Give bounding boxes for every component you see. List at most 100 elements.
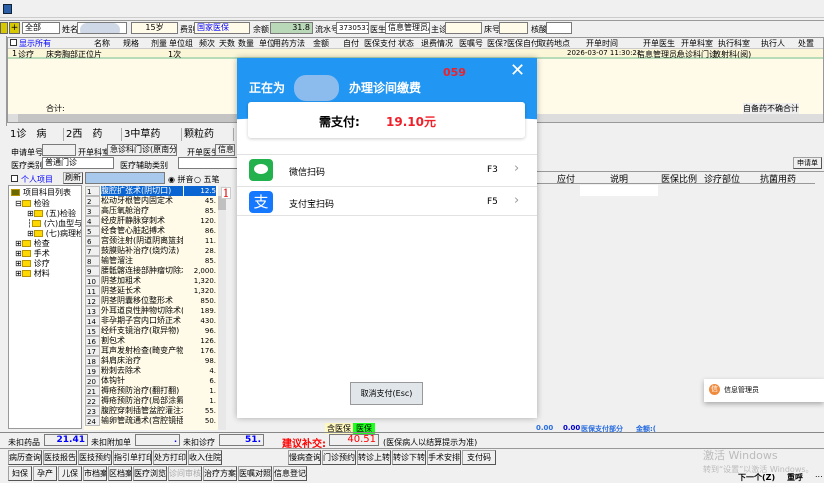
action-button[interactable]: 诊间审核 [168, 466, 202, 481]
list-item[interactable]: 9 腰骶髂连接部肿瘤切除术 2,000. [84, 266, 218, 276]
action-button[interactable]: 指引单打印 [113, 450, 152, 465]
action-button[interactable]: 儿保 [58, 466, 82, 481]
dept-field[interactable]: 急诊科门诊(原南分院) [107, 144, 177, 156]
apply-no-field[interactable] [42, 144, 76, 156]
list-item[interactable]: 15 经纤支镜治疗(取异物) 96. [84, 326, 218, 336]
item-no: 3 [85, 206, 100, 216]
list-item[interactable]: 11 阴茎延长术 1,320. [84, 286, 218, 296]
minus-button[interactable] [0, 22, 8, 34]
doctor-field[interactable]: 信息管理员/0 [385, 22, 430, 34]
item-no: 6 [85, 236, 100, 246]
personal-checkbox[interactable] [11, 175, 18, 182]
col-header: 状态 [398, 39, 414, 48]
plus-button[interactable]: + [9, 22, 20, 34]
order-doctor-field[interactable]: 信息 [215, 144, 235, 156]
list-item[interactable]: 13 外耳道良性肿物切除术(189. [84, 306, 218, 316]
prescription-grid-header: 额 应付 说明 医保比例 诊疗部位 抗菌用药 [520, 172, 815, 185]
list-item[interactable]: 17 耳声发射检查(畸变产物) 176. [84, 346, 218, 356]
age-field: 15岁 [131, 22, 178, 34]
row-type: 诊疗 [18, 50, 34, 59]
refresh-button[interactable]: 刷新 [63, 172, 83, 184]
wubi-radio[interactable]: ○ 五笔 [194, 174, 220, 185]
action-button[interactable]: 支付码 [462, 450, 496, 465]
tab-herbal-medicine[interactable]: 3中草药 [122, 128, 182, 141]
bed-field[interactable] [499, 22, 528, 34]
list-item[interactable]: 6宫颈注射(阴道阴离篮封闭11. [84, 236, 218, 246]
wechat-pay-option[interactable]: 微信扫码 F3 › [237, 154, 537, 184]
list-item[interactable]: 3 高压氧舱治疗 85. [84, 206, 218, 216]
action-button[interactable]: 门诊预约 [322, 450, 356, 465]
fee-type-field[interactable]: 国家医保 [194, 22, 250, 34]
list-item[interactable]: 20 体钩针 6. [84, 376, 218, 386]
action-button[interactable]: 手术安排 [427, 450, 461, 465]
tree-root[interactable]: 项目科目列表 [11, 187, 71, 198]
amount-label: 需支付: [319, 115, 360, 129]
list-item[interactable]: 7 鼓膜贴补治疗(烧灼法) 28. [84, 246, 218, 256]
more-button[interactable]: ... [815, 470, 823, 479]
action-button[interactable]: 区档案 [108, 466, 132, 481]
show-all-checkbox[interactable] [10, 39, 17, 46]
list-item[interactable]: 10 阴茎加粗术 1,320. [84, 276, 218, 286]
list-item[interactable]: 18 斜肩床治疗 98. [84, 356, 218, 366]
name-field[interactable] [77, 22, 127, 34]
filter-select[interactable]: 全部 [22, 22, 60, 34]
list-item[interactable]: 22 褥疮预防治疗(局部涂氟) 1. [84, 396, 218, 406]
action-button[interactable]: 信息登记 [273, 466, 307, 481]
action-button[interactable]: 转诊下转 [392, 450, 426, 465]
user-notification[interactable]: 信 信息管理员 [704, 379, 824, 402]
category-field[interactable]: 普通门诊 [42, 157, 114, 169]
action-button[interactable]: 市档案 [83, 466, 107, 481]
apply-button[interactable]: 申请单 [793, 157, 822, 169]
remark-cell[interactable] [580, 185, 658, 196]
next-patient-button[interactable]: 下一个(Z) [738, 472, 775, 483]
list-item[interactable]: 23 腹腔穿刺插管盆腔灌注术 55. [84, 406, 218, 416]
exit-door-icon[interactable] [3, 4, 12, 14]
list-item[interactable]: 1 腹腔扩张术(阴切口) 12.5 [84, 186, 218, 196]
cancel-payment-button[interactable]: 取消支付(Esc) [350, 382, 423, 405]
item-list-scrollbar[interactable] [218, 186, 226, 430]
action-button[interactable]: 慢病查询 [288, 450, 321, 465]
personal-items-label[interactable]: 个人项目 [21, 174, 53, 185]
category-tree[interactable]: 项目科目列表 ⊟ 检验 ⊞ (五)检验 ┆ (六)血型与 ⊞ (七)病理检 ⊞ 检查 ⊞ 手… [8, 185, 82, 429]
action-button[interactable]: 治疗方案 [203, 466, 237, 481]
show-all-label[interactable]: 显示所有 [19, 38, 51, 49]
list-item[interactable]: 2 松动牙根管内固定术 45. [84, 196, 218, 206]
item-search-input[interactable] [85, 172, 165, 184]
action-button[interactable]: 处方打印 [153, 450, 187, 465]
list-item[interactable]: 16 割包术 126. [84, 336, 218, 346]
item-no: 20 [85, 376, 100, 386]
aux-category-field[interactable] [178, 157, 238, 169]
item-name: 输卵管疏通术(宫腔镜插管 [101, 416, 183, 425]
pinyin-radio[interactable]: ◉ 拼音 [168, 174, 194, 185]
list-item[interactable]: 14 非孕期子宫内口矫正术 430. [84, 316, 218, 326]
action-button[interactable]: 医疗浏览 [133, 466, 167, 481]
action-button[interactable]: 医技报告 [43, 450, 77, 465]
item-list[interactable]: 1 腹腔扩张术(阴切口) 12.5 2 松动牙根管内固定术 45. 3 高压氧舱治疗 85. 4 经… [84, 186, 218, 430]
action-button[interactable]: 病历查询 [8, 450, 42, 465]
list-item[interactable]: 19 粉刺去除术 4. [84, 366, 218, 376]
list-item[interactable]: 12 阴茎阴囊移位整形术 850. [84, 296, 218, 306]
action-button[interactable]: 医嘱对照 [238, 466, 272, 481]
list-item[interactable]: 24输卵管疏通术(宫腔镜插管50. [84, 416, 218, 426]
list-item[interactable]: 4 经皮肝静脉穿刺术 120. [84, 216, 218, 226]
tree-node[interactable]: ⊞ 材料 [15, 268, 50, 279]
tab-diagnosis[interactable]: 1诊 病 [8, 128, 64, 141]
action-button[interactable]: 转诊上转 [357, 450, 391, 465]
list-item[interactable]: 21 褥疮预防治疗(翻打翻) 1. [84, 386, 218, 396]
activation-watermark-title: 激活 Windows [703, 449, 778, 462]
amount-card: 需支付: 19.10元 [248, 102, 525, 138]
side-strip [0, 36, 7, 126]
action-button[interactable]: 孕产 [33, 466, 57, 481]
alipay-option[interactable]: 支 支付宝扫码 F5 › [237, 186, 537, 216]
list-item[interactable]: 5 经食管心脏起搏术 86. [84, 226, 218, 236]
close-icon[interactable]: ✕ [510, 60, 525, 81]
main-field[interactable] [445, 22, 482, 34]
nucleic-field[interactable] [546, 22, 572, 34]
tab-western-medicine[interactable]: 2西 药 [64, 128, 122, 141]
tab-granule-medicine[interactable]: 颗粒药 [182, 128, 234, 141]
list-item[interactable]: 8 输管溜注 85. [84, 256, 218, 266]
recall-button[interactable]: 重呼 [787, 472, 803, 483]
action-button[interactable]: 医技预约 [78, 450, 112, 465]
action-button[interactable]: 妇保 [8, 466, 32, 481]
action-button[interactable]: 收入住院 [188, 450, 222, 465]
